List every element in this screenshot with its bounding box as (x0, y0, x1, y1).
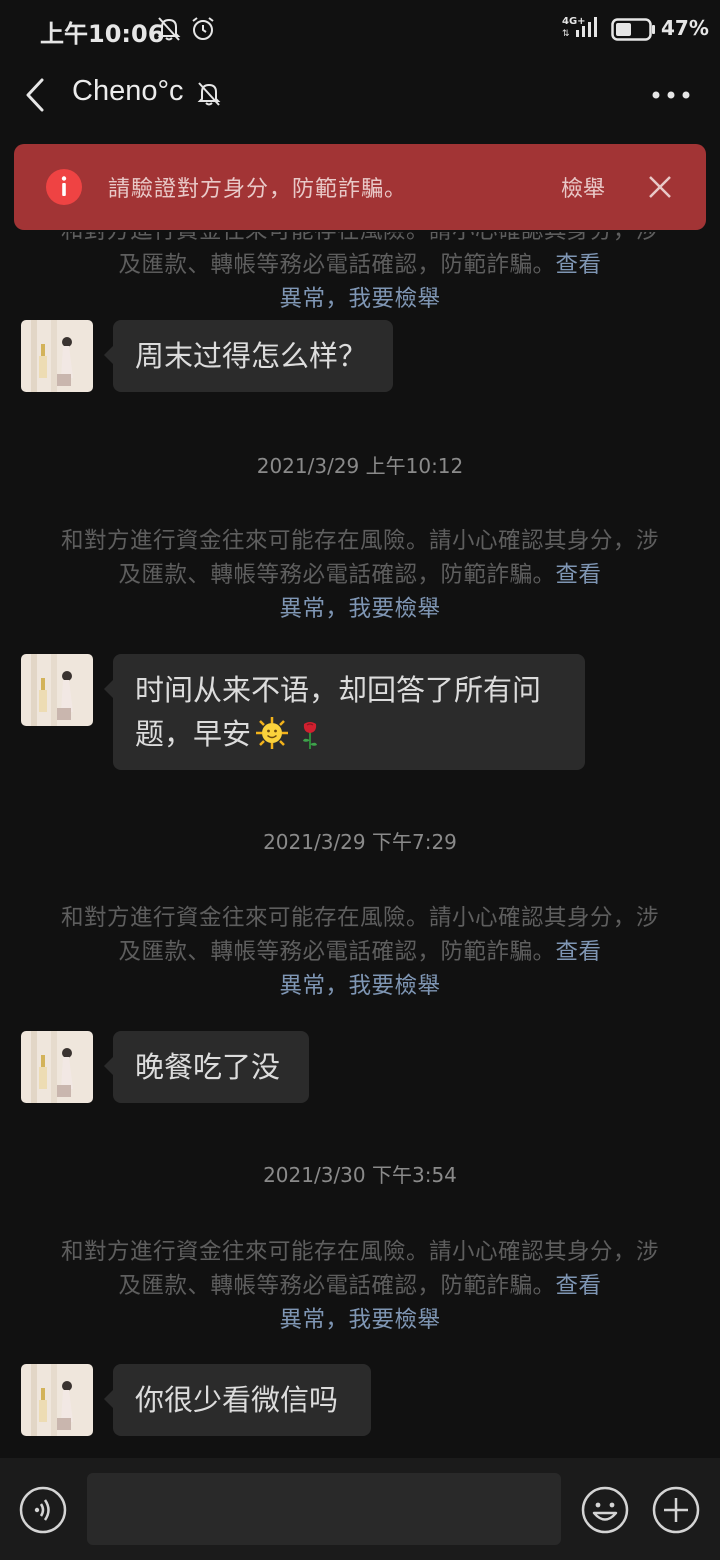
battery-icon (611, 18, 655, 41)
view-link[interactable]: 查看 (556, 252, 602, 278)
sun-face-emoji (256, 717, 289, 749)
rose-emoji (303, 722, 318, 749)
svg-text:4G+: 4G+ (562, 16, 586, 27)
alarm-icon (192, 17, 214, 40)
message-bubble[interactable]: 晚餐吃了没 (104, 1031, 309, 1103)
report-abnormal-link[interactable]: 異常，我要檢舉 (279, 973, 440, 999)
plus-icon[interactable] (652, 1486, 700, 1534)
signal-icon: 4G+ ⇅ (562, 16, 597, 39)
chat-header: Cheno°c (0, 60, 720, 130)
more-icon[interactable] (646, 78, 696, 112)
emoji-icon[interactable] (581, 1486, 629, 1534)
avatar[interactable] (21, 1364, 93, 1436)
risk-notice: 和對方進行資金往來可能存在風險。請小心確認其身分，涉及匯款、轉帳等務必電話確認，… (60, 901, 660, 1003)
risk-notice: 和對方進行資金往來可能存在風險。請小心確認其身分，涉及匯款、轉帳等務必電話確認，… (60, 232, 660, 316)
message-text: 晚餐吃了没 (135, 1050, 281, 1084)
avatar[interactable] (21, 654, 93, 726)
timestamp: 2021/3/29 下午7:29 (263, 830, 457, 854)
input-bar (0, 1458, 720, 1560)
report-abnormal-link[interactable]: 異常，我要檢舉 (279, 286, 440, 312)
message-text: 你很少看微信吗 (135, 1383, 339, 1417)
back-icon[interactable] (18, 74, 58, 116)
status-bar: 上午10:06 4G+ ⇅ 47% (0, 0, 720, 60)
view-link[interactable]: 查看 (556, 939, 602, 965)
timestamp: 2021/3/30 下午3:54 (263, 1163, 457, 1187)
message-list[interactable]: 和對方進行資金往來可能存在風險。請小心確認其身分，涉及匯款、轉帳等務必電話確認，… (0, 232, 720, 1458)
voice-icon[interactable] (19, 1486, 67, 1534)
timestamp: 2021/3/29 上午10:12 (256, 454, 464, 478)
fraud-warning-banner: 請驗證對方身分，防範詐騙。 檢舉 (14, 144, 706, 230)
battery-percent: 47% (661, 16, 709, 40)
report-link[interactable]: 檢舉 (561, 171, 605, 203)
svg-text:⇅: ⇅ (562, 29, 570, 39)
silent-icon (157, 17, 181, 41)
avatar[interactable] (21, 320, 93, 392)
avatar[interactable] (21, 1031, 93, 1103)
message-bubble[interactable]: 周末过得怎么样？ (104, 320, 393, 392)
risk-notice: 和對方進行資金往來可能存在風險。請小心確認其身分，涉及匯款、轉帳等務必電話確認，… (60, 524, 660, 626)
contact-name[interactable]: Cheno°c (72, 75, 184, 108)
report-abnormal-link[interactable]: 異常，我要檢舉 (279, 596, 440, 622)
message-text: 周末过得怎么样？ (135, 339, 368, 373)
view-link[interactable]: 查看 (556, 1273, 602, 1299)
message-text: 时间从来不语，却回答了所有问题，早安 (135, 673, 542, 751)
close-icon[interactable] (642, 169, 678, 205)
report-abnormal-link[interactable]: 異常，我要檢舉 (279, 1307, 440, 1333)
status-time: 上午10:06 (40, 20, 165, 48)
warning-text: 請驗證對方身分，防範詐騙。 (108, 177, 408, 202)
message-input[interactable] (87, 1473, 561, 1545)
message-bubble[interactable]: 时间从来不语，却回答了所有问题，早安 (104, 654, 585, 770)
mute-bell-icon (197, 82, 221, 106)
view-link[interactable]: 查看 (556, 562, 602, 588)
risk-notice: 和對方進行資金往來可能存在風險。請小心確認其身分，涉及匯款、轉帳等務必電話確認，… (60, 1235, 660, 1337)
message-bubble[interactable]: 你很少看微信吗 (104, 1364, 371, 1436)
alert-icon (46, 169, 82, 205)
